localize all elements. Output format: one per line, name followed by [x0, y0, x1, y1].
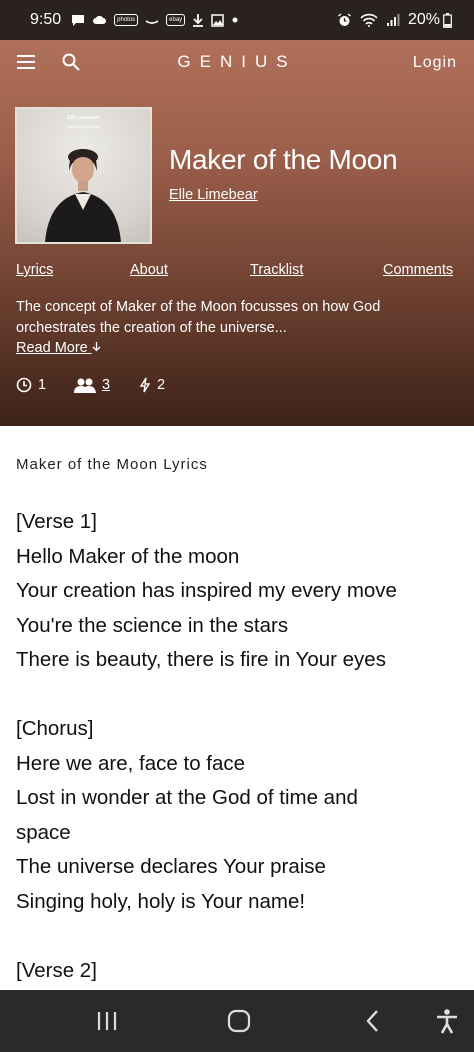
read-more-label: Read More — [16, 340, 88, 356]
login-link[interactable]: Login — [413, 54, 457, 72]
lyric-line: Here we are, face to face — [16, 751, 246, 775]
tab-comments[interactable]: Comments — [383, 262, 453, 278]
contributors-count: 3 — [102, 377, 111, 393]
amazon-icon — [145, 13, 159, 27]
views-count: 1 — [38, 377, 47, 393]
lyric-line: Hello Maker of the moon — [16, 544, 240, 568]
download-icon — [192, 13, 204, 27]
battery-percent: 20% — [407, 11, 440, 28]
users-icon — [74, 378, 96, 393]
stat-contributors[interactable]: 3 — [74, 377, 110, 393]
tab-about[interactable]: About — [130, 262, 168, 278]
status-time: 9:50 — [30, 11, 62, 28]
pyongs-count: 2 — [157, 377, 166, 393]
lyric-line: There is beauty, there is fire in Your e… — [16, 648, 386, 671]
lyrics-body: [Verse 1] Hello Maker of the moon Your cre… — [16, 505, 456, 988]
cover-portrait — [45, 149, 121, 242]
dot-icon — [231, 13, 239, 27]
signal-icon — [386, 13, 400, 27]
lightning-icon — [139, 377, 151, 393]
back-button[interactable] — [360, 1008, 386, 1034]
battery-icon — [443, 12, 452, 28]
accessibility-button[interactable] — [434, 1008, 460, 1034]
lyric-line: The universe declares Your praise — [16, 855, 326, 878]
album-header: GENIUS Login Elle Limebear Maker of the … — [0, 40, 474, 426]
stat-pyongs: 2 — [139, 377, 165, 393]
lyric-section-label: [Verse 1] — [16, 510, 97, 533]
tab-tracklist[interactable]: Tracklist — [250, 262, 303, 278]
battery-indicator: 20% — [408, 11, 452, 29]
recents-icon — [97, 1012, 117, 1030]
image-icon — [211, 13, 224, 27]
lyrics-heading: Maker of the Moon Lyrics — [16, 456, 208, 473]
tab-lyrics[interactable]: Lyrics — [16, 262, 53, 278]
lyric-spacer — [16, 919, 456, 954]
album-title: Maker of the Moon — [169, 144, 398, 175]
status-bar: 9:50 photos ebay 20% — [0, 0, 474, 40]
lyric-line: space — [16, 820, 71, 844]
accessibility-icon — [437, 1009, 457, 1034]
lyric-section-label: [Chorus] — [16, 717, 94, 740]
ebay-icon: ebay — [166, 14, 186, 26]
lyric-line: Lost in wonder at the God of time and — [16, 786, 358, 809]
recent-apps-button[interactable] — [94, 1008, 120, 1034]
system-nav-bar — [0, 990, 474, 1052]
stat-views: 1 — [16, 377, 46, 393]
photos-icon: photos — [114, 14, 139, 26]
arrow-down-icon — [92, 342, 101, 352]
album-description: The concept of Maker of the Moon focusse… — [16, 299, 381, 336]
lyric-spacer — [16, 678, 456, 713]
read-more-link[interactable]: Read More — [16, 340, 101, 356]
clock-icon — [16, 377, 32, 393]
chat-icon — [71, 13, 85, 27]
wifi-icon — [360, 13, 378, 27]
artist-link[interactable]: Elle Limebear — [169, 187, 258, 203]
back-icon — [366, 1010, 378, 1032]
status-left: 9:50 photos ebay — [30, 11, 239, 29]
lyric-line: Your creation has inspired my every move — [16, 579, 397, 602]
album-tabs: Lyrics About Tracklist Comments — [16, 262, 459, 282]
top-navigation: GENIUS Login — [0, 40, 474, 86]
alarm-icon — [337, 12, 352, 27]
genius-logo[interactable]: GENIUS — [0, 52, 474, 72]
cloud-icon — [92, 13, 107, 27]
lyric-line: You're the science in the stars — [16, 613, 289, 637]
status-right: 20% — [337, 11, 452, 29]
lyric-line: Singing holy, holy is Your name! — [16, 889, 306, 913]
lyric-section-label: [Verse 2] — [16, 958, 97, 982]
album-cover[interactable]: Elle Limebear Maker of the Moon — [15, 107, 152, 244]
home-button[interactable] — [226, 1008, 252, 1034]
home-icon — [227, 1009, 251, 1033]
